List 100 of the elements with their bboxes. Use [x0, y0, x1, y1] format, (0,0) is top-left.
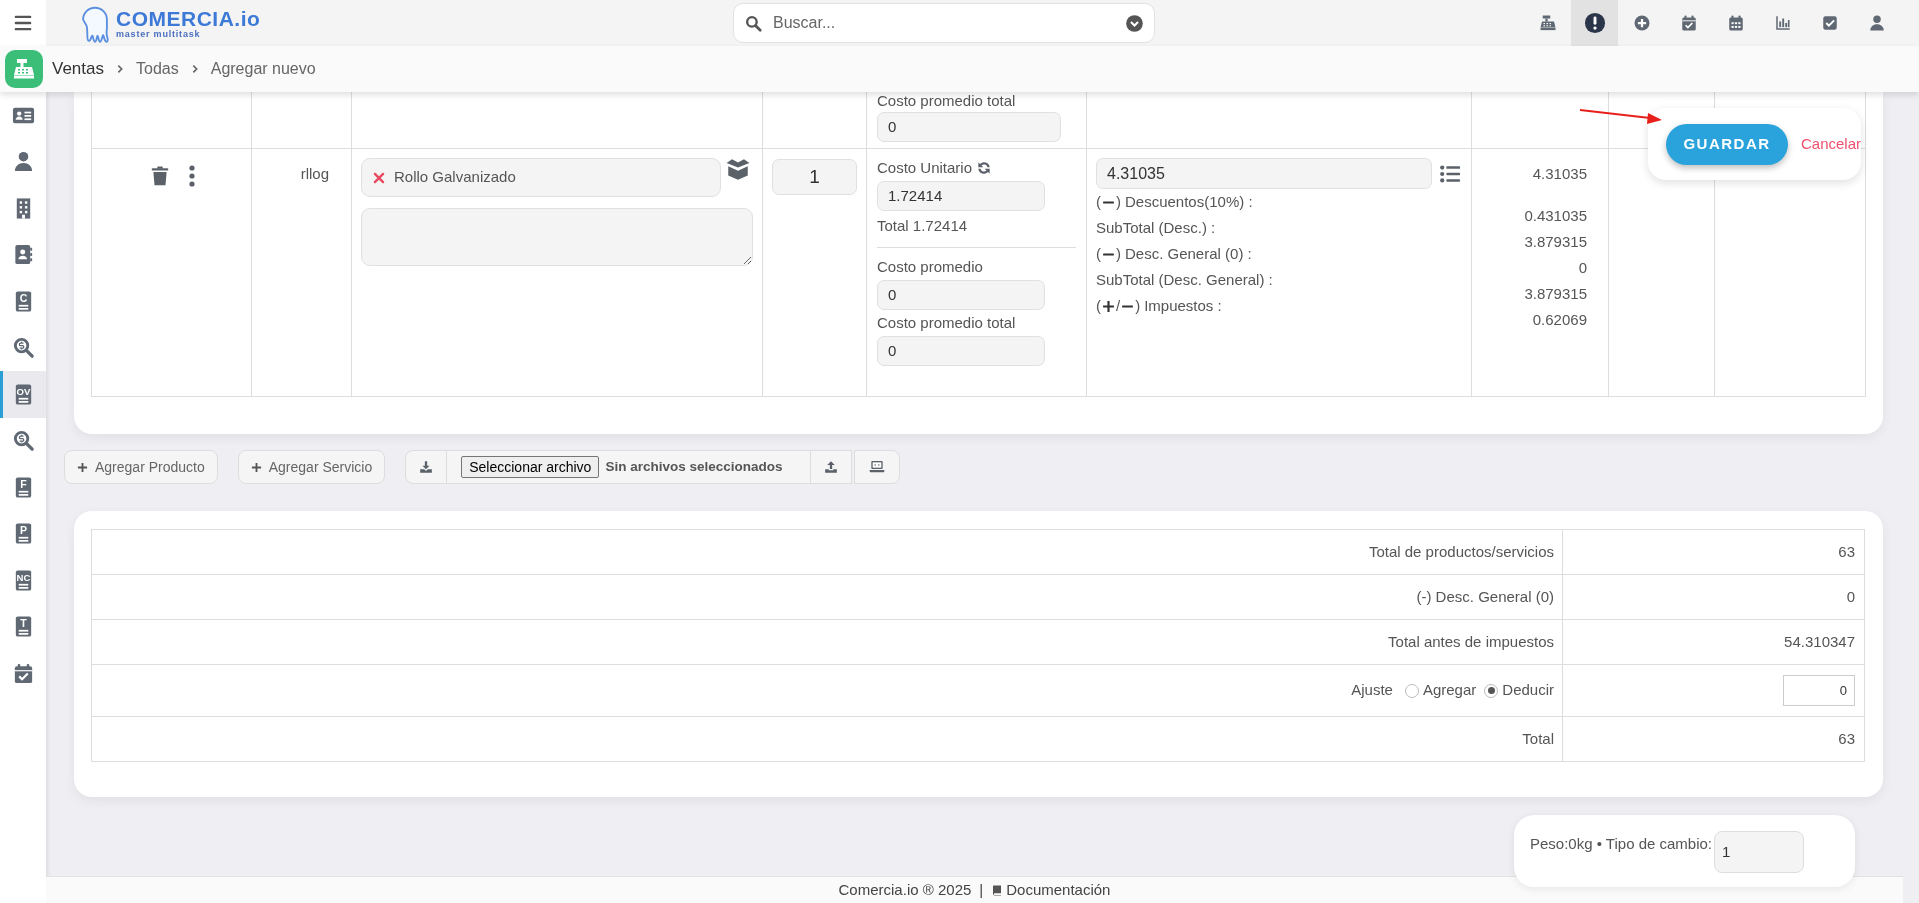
adjust-field[interactable]: 0 [1783, 675, 1855, 706]
remove-button[interactable] [372, 170, 386, 185]
summary-text: Peso:0kg • Tipo de cambio: [1530, 834, 1713, 854]
field-label: Costo Unitario [877, 158, 973, 178]
bracket-text: ) [1135, 296, 1141, 316]
documentation-link[interactable]: Documentación [991, 878, 1111, 902]
sidebar-item[interactable]: P [0, 510, 46, 557]
total-value: 63 [1838, 729, 1855, 747]
upload-button[interactable] [810, 450, 853, 484]
breakdown-value: 0 [1578, 258, 1587, 278]
radio-label: Deducir [1502, 680, 1554, 701]
code-button[interactable] [854, 450, 901, 484]
breadcrumb-link[interactable]: Todas [136, 57, 179, 81]
bracket-text: ( [1096, 296, 1101, 316]
calendar-check-icon [1679, 14, 1698, 32]
sidebar-item[interactable]: C [0, 278, 46, 325]
field-label: Costo promedio [877, 257, 984, 277]
sidebar-item[interactable]: NC [0, 557, 46, 604]
breakdown-value: 0.62069 [1532, 310, 1587, 330]
logo-tagline: master multitask [116, 29, 202, 39]
chevron-right-icon [115, 64, 125, 74]
price-field[interactable]: 4.31035 [1096, 158, 1432, 189]
choose-file-button[interactable]: Seleccionar archivo [461, 456, 600, 478]
bracket-text: ( [1096, 244, 1101, 264]
laptop-icon [869, 459, 886, 475]
total-label: Total de productos/servicios [1368, 542, 1554, 560]
breakdown-label: Impuestos : [1144, 296, 1222, 316]
bracket-text: ) [1116, 192, 1121, 212]
search-dollar-icon [11, 336, 35, 360]
input-field[interactable]: 0 [877, 280, 1045, 310]
total-value: 63 [1838, 542, 1855, 560]
product-code: rllog [300, 165, 329, 182]
download-icon [419, 460, 434, 474]
logo-text: COMERCIA.io [116, 7, 261, 29]
quantity-field[interactable]: 1 [772, 159, 857, 195]
plus-icon [1101, 299, 1116, 313]
plus-icon [77, 461, 88, 473]
sidebar-item[interactable]: T [0, 603, 46, 650]
input-field[interactable]: 1.72414 [877, 181, 1045, 211]
radio-button[interactable] [1484, 683, 1499, 698]
add-product-button[interactable]: Agregar Producto [64, 450, 218, 484]
product-select[interactable]: Rollo Galvanizado [361, 158, 721, 197]
input-field[interactable]: 0 [877, 336, 1045, 366]
sidebar-item[interactable]: OV [0, 371, 46, 418]
product-name: Rollo Galvanizado [394, 167, 516, 188]
refresh-icon [976, 160, 993, 176]
input-field[interactable]: 0 [877, 112, 1061, 142]
breakdown-label: Desc. General (0) : [1125, 244, 1252, 264]
breadcrumb-link[interactable]: Agregar nuevo [210, 57, 316, 81]
radio-button[interactable] [1404, 683, 1419, 698]
breakdown-label: SubTotal (Desc.) : [1096, 218, 1216, 238]
close-icon [372, 170, 386, 185]
breakdown-label: Descuentos(10%) : [1125, 192, 1253, 212]
dropdown-icon [1125, 13, 1144, 33]
field-label: Costo promedio total [877, 313, 1017, 333]
breakdown-value: 3.879315 [1524, 232, 1587, 252]
toolbar-icon-button[interactable] [1571, 0, 1618, 46]
book-icon [991, 883, 1004, 897]
notes-field[interactable] [361, 208, 753, 266]
search-field[interactable]: Buscar... [733, 3, 1155, 43]
radio-label: Agregar [1422, 680, 1477, 701]
user-icon [1867, 14, 1886, 32]
breakdown-value: 3.879315 [1524, 284, 1587, 304]
adjust-label: Ajuste [1351, 680, 1393, 701]
bracket-text: ) [1116, 244, 1121, 264]
menu-button[interactable] [0, 0, 46, 46]
exchange-rate-field[interactable]: 1 [1714, 831, 1805, 873]
sales-module-icon [5, 50, 43, 88]
search-dollar-icon [11, 429, 35, 453]
add-icon [1632, 14, 1651, 32]
separator-text: | [979, 879, 984, 900]
total-label: Total [1522, 729, 1554, 747]
more-options-button[interactable] [188, 165, 195, 187]
cancel-link[interactable]: Cancelar [1800, 132, 1861, 156]
total-value: 54.310347 [1784, 632, 1855, 650]
upload-icon [824, 460, 839, 474]
checkbox-icon [1820, 14, 1839, 32]
cash-register-icon [1538, 14, 1557, 32]
refresh-button[interactable] [976, 160, 993, 176]
sidebar-item[interactable]: F [0, 464, 46, 511]
calendar-icon [1726, 14, 1745, 32]
search-icon [744, 13, 763, 33]
field-label: Costo promedio total [877, 92, 1017, 110]
total-text: Total 1.72414 [877, 216, 969, 236]
bracket-text: ( [1096, 192, 1101, 212]
download-button[interactable] [405, 450, 448, 484]
more-icon [188, 165, 195, 187]
copyright-text: Comercia.io ® 2025 [838, 879, 972, 900]
alert-icon [1583, 12, 1606, 34]
price-value: 4.31035 [1532, 164, 1587, 184]
bar-chart-icon [1773, 14, 1792, 32]
total-label: Total antes de impuestos [1388, 632, 1554, 650]
bracket-text: / [1116, 296, 1121, 316]
total-label: (-) Desc. General (0) [1416, 587, 1554, 605]
search-input[interactable]: Buscar... [773, 11, 1115, 35]
add-service-button[interactable]: Agregar Servicio [237, 450, 386, 484]
breadcrumb-link[interactable]: Ventas [52, 56, 104, 82]
plus-icon [250, 461, 262, 473]
file-status-text: Sin archivos seleccionados [605, 457, 783, 476]
breakdown-label: SubTotal (Desc. General) : [1096, 270, 1273, 290]
